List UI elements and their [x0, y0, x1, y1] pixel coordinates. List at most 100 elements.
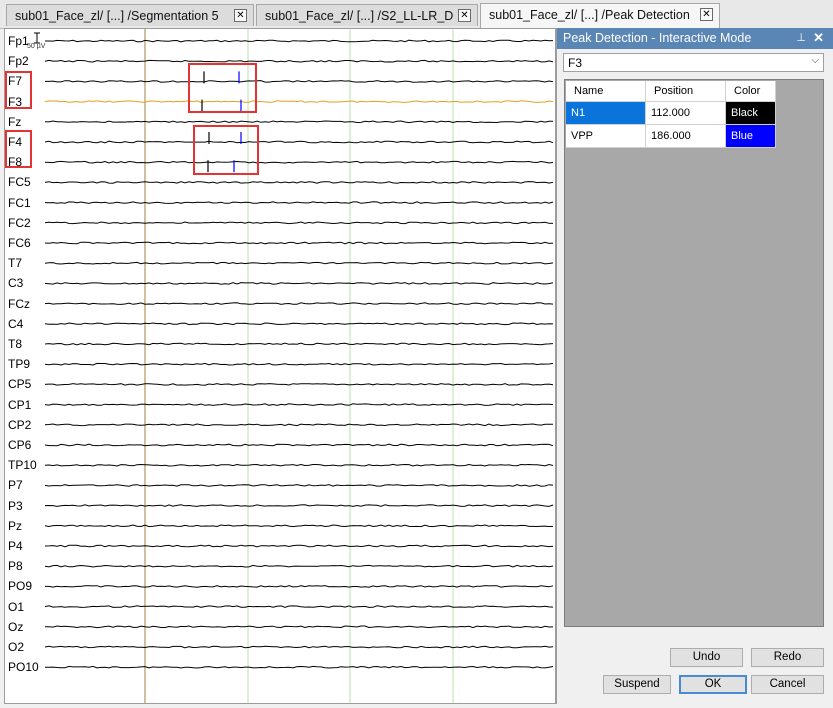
eeg-trace-cp2	[44, 423, 553, 427]
amplitude-scale-label: 50 µV	[27, 43, 46, 50]
column-header-position[interactable]: Position	[646, 81, 726, 102]
channel-label-tp9[interactable]: TP9	[8, 357, 30, 371]
peak-detection-panel: Peak Detection - Interactive Mode ⊥ ✕ F3…	[556, 28, 833, 704]
eeg-trace-fc2	[44, 221, 554, 225]
chevron-down-icon: ⌵	[811, 55, 819, 66]
channel-label-cp2[interactable]: CP2	[8, 418, 31, 432]
highlight-box-frontal-left-peaks	[188, 63, 257, 113]
row-n1-position[interactable]: 112.000	[646, 102, 726, 125]
eeg-trace-c4	[44, 322, 554, 326]
channel-label-cp1[interactable]: CP1	[8, 398, 31, 412]
channel-label-pz[interactable]: Pz	[8, 519, 22, 533]
eeg-trace-po9	[45, 585, 554, 588]
eeg-trace-c3	[44, 282, 554, 285]
channel-label-p8[interactable]: P8	[8, 559, 23, 573]
eeg-trace-oz	[45, 625, 554, 629]
channel-label-f8[interactable]: F8	[8, 155, 22, 169]
channel-label-t7[interactable]: T7	[8, 256, 22, 270]
eeg-trace-f4	[44, 140, 554, 144]
eeg-trace-cp6	[44, 443, 554, 447]
eeg-trace-fcz	[44, 302, 554, 305]
eeg-trace-tp9	[44, 362, 554, 366]
eeg-trace-fp2	[44, 59, 554, 63]
channel-label-po10[interactable]: PO10	[8, 660, 39, 674]
column-header-name[interactable]: Name	[566, 81, 646, 102]
channel-label-fp2[interactable]: Fp2	[8, 54, 29, 68]
pin-icon[interactable]: ⊥	[796, 31, 806, 44]
eeg-trace-pz	[44, 524, 554, 528]
channel-label-c4[interactable]: C4	[8, 317, 23, 331]
tab-s2-ll-lr-d[interactable]: sub01_Face_zl/ [...] /S2_LL-LR_D ✕	[256, 4, 478, 26]
eeg-trace-o1	[44, 605, 554, 608]
eeg-trace-t8	[44, 342, 554, 346]
channel-select[interactable]: F3 ⌵	[563, 53, 824, 72]
redo-button[interactable]: Redo	[751, 648, 824, 667]
row-vpp-position[interactable]: 186.000	[646, 125, 726, 148]
eeg-trace-fp1	[45, 39, 554, 43]
channel-label-tp10[interactable]: TP10	[8, 458, 37, 472]
panel-title-bar[interactable]: Peak Detection - Interactive Mode ⊥ ✕	[557, 28, 833, 49]
eeg-trace-cp1	[44, 403, 554, 406]
channel-label-fc2[interactable]: FC2	[8, 216, 31, 230]
eeg-trace-fc6	[44, 241, 554, 245]
channel-label-o2[interactable]: O2	[8, 640, 24, 654]
eeg-trace-f7	[45, 80, 554, 83]
row-n1-name[interactable]: N1	[566, 102, 646, 125]
ok-button[interactable]: OK	[679, 675, 747, 694]
cancel-button[interactable]: Cancel	[751, 675, 824, 694]
eeg-trace-fc1	[44, 201, 554, 204]
tab-peak-detection[interactable]: sub01_Face_zl/ [...] /Peak Detection ✕	[480, 3, 720, 28]
close-tab-icon[interactable]: ✕	[234, 9, 247, 22]
close-tab-icon[interactable]: ✕	[458, 9, 471, 22]
eeg-trace-o2	[44, 645, 554, 649]
eeg-trace-p7	[44, 484, 554, 487]
eeg-trace-tp10	[44, 463, 554, 467]
peak-table: Name Position Color N1 112.000 Black VPP…	[564, 79, 824, 627]
channel-label-fc5[interactable]: FC5	[8, 175, 31, 189]
document-tab-bar: sub01_Face_zl/ [...] /Segmentation 5 ✕ s…	[0, 0, 833, 29]
eeg-trace-view[interactable]: 50 µV Fp1 Fp2 F7 F3 Fz F4 F8 FC5 FC1 FC2 FC6 T7 C3 FC…	[4, 28, 556, 704]
channel-label-cp6[interactable]: CP6	[8, 438, 31, 452]
tab-label: sub01_Face_zl/ [...] /Peak Detection	[489, 8, 690, 22]
eeg-trace-po10	[44, 665, 554, 669]
channel-label-p7[interactable]: P7	[8, 478, 23, 492]
column-header-color[interactable]: Color	[726, 81, 776, 102]
panel-title: Peak Detection - Interactive Mode	[563, 31, 752, 45]
amplitude-scale-bar	[34, 32, 40, 44]
eeg-traces	[34, 29, 554, 703]
close-tab-icon[interactable]: ✕	[700, 8, 713, 21]
eeg-trace-f3	[44, 100, 554, 103]
channel-label-po9[interactable]: PO9	[8, 579, 32, 593]
row-n1-color[interactable]: Black	[726, 102, 776, 125]
channel-label-fp1[interactable]: Fp1	[8, 34, 29, 48]
row-vpp-color[interactable]: Blue	[726, 125, 776, 148]
eeg-trace-p4	[44, 544, 554, 548]
undo-button[interactable]: Undo	[670, 648, 743, 667]
channel-label-fz[interactable]: Fz	[8, 115, 21, 129]
eeg-trace-f8	[44, 160, 554, 164]
channel-label-fc6[interactable]: FC6	[8, 236, 31, 250]
channel-label-fcz[interactable]: FCz	[8, 297, 30, 311]
channel-label-f4[interactable]: F4	[8, 135, 22, 149]
channel-label-cp5[interactable]: CP5	[8, 377, 31, 391]
channel-select-value: F3	[568, 56, 583, 70]
channel-label-f7[interactable]: F7	[8, 74, 22, 88]
eeg-trace-t7	[44, 261, 554, 265]
eeg-trace-p8	[44, 564, 554, 568]
channel-label-c3[interactable]: C3	[8, 276, 23, 290]
tab-label: sub01_Face_zl/ [...] /Segmentation 5	[15, 9, 219, 23]
eeg-trace-fz	[44, 120, 554, 124]
panel-close-icon[interactable]: ✕	[813, 30, 824, 46]
suspend-button[interactable]: Suspend	[603, 675, 671, 694]
tab-label: sub01_Face_zl/ [...] /S2_LL-LR_D	[265, 9, 454, 23]
channel-label-oz[interactable]: Oz	[8, 620, 23, 634]
channel-label-p3[interactable]: P3	[8, 499, 23, 513]
channel-label-fc1[interactable]: FC1	[8, 196, 31, 210]
eeg-trace-p3	[44, 504, 554, 507]
row-vpp-name[interactable]: VPP	[566, 125, 646, 148]
tab-segmentation-5[interactable]: sub01_Face_zl/ [...] /Segmentation 5 ✕	[6, 4, 254, 26]
channel-label-f3[interactable]: F3	[8, 95, 22, 109]
channel-label-t8[interactable]: T8	[8, 337, 22, 351]
channel-label-p4[interactable]: P4	[8, 539, 23, 553]
channel-label-o1[interactable]: O1	[8, 600, 24, 614]
